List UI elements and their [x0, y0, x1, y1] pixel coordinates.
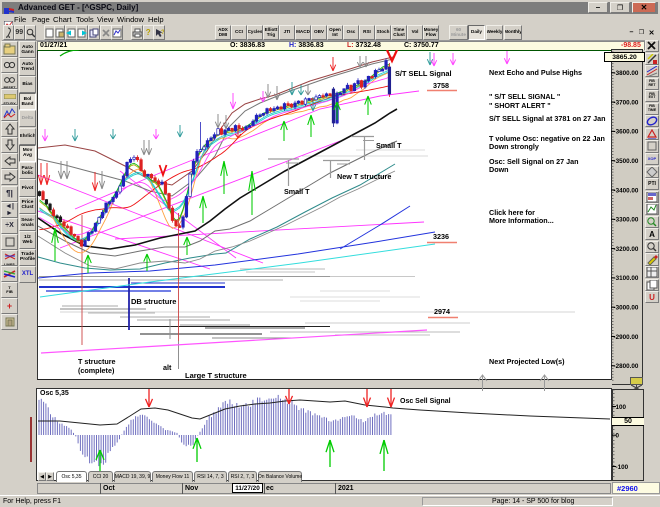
svg-text:-3400.00: -3400.00 [614, 187, 639, 194]
svg-text:3236: 3236 [433, 232, 449, 241]
svg-text:-3200.00: -3200.00 [614, 246, 639, 253]
svg-text:-2900.00: -2900.00 [614, 334, 639, 341]
svg-text:-2800.00: -2800.00 [614, 363, 639, 370]
svg-text:" SHORT ALERT ": " SHORT ALERT " [489, 101, 551, 110]
svg-text:Large T structure: Large T structure [185, 371, 247, 380]
svg-text:More Information...: More Information... [489, 216, 554, 225]
svg-text:T structure: T structure [78, 357, 116, 366]
svg-text:-3100.00: -3100.00 [614, 275, 639, 282]
svg-text:-3600.00: -3600.00 [614, 129, 639, 136]
svg-text:0: 0 [616, 433, 620, 440]
svg-text:" S/T SELL SIGNAL ": " S/T SELL SIGNAL " [489, 92, 560, 101]
svg-text:S/T SELL Signal: S/T SELL Signal [395, 69, 452, 78]
svg-text:Next Echo and Pulse Highs: Next Echo and Pulse Highs [489, 68, 582, 77]
svg-text:3758: 3758 [433, 81, 449, 90]
svg-text:(complete): (complete) [78, 366, 115, 375]
svg-text:S/T SELL Signal at 3781 on 27: S/T SELL Signal at 3781 on 27 Jan [489, 114, 606, 123]
svg-text:-3300.00: -3300.00 [614, 217, 639, 224]
svg-text:Down strongly: Down strongly [489, 142, 539, 151]
svg-text:-3000.00: -3000.00 [614, 305, 639, 312]
svg-text:Osc 5,35: Osc 5,35 [40, 390, 69, 397]
svg-text:New T structure: New T structure [337, 172, 391, 181]
svg-text:Small T: Small T [376, 141, 402, 150]
svg-text:Osc Sell Signal: Osc Sell Signal [400, 398, 451, 405]
svg-text:-100: -100 [616, 464, 629, 471]
svg-text:Small T: Small T [284, 187, 310, 196]
svg-text:Next Projected Low(s): Next Projected Low(s) [489, 357, 565, 366]
svg-text:-3500.00: -3500.00 [614, 158, 639, 165]
svg-text:alt: alt [163, 363, 172, 372]
svg-text:-3800.00: -3800.00 [614, 70, 639, 77]
svg-text:100: 100 [616, 404, 627, 411]
svg-text:?: ? [161, 30, 164, 36]
svg-text:DB structure: DB structure [131, 297, 176, 306]
svg-text:Down: Down [489, 165, 509, 174]
svg-text:2974: 2974 [434, 307, 450, 316]
svg-text:-3700.00: -3700.00 [614, 99, 639, 106]
